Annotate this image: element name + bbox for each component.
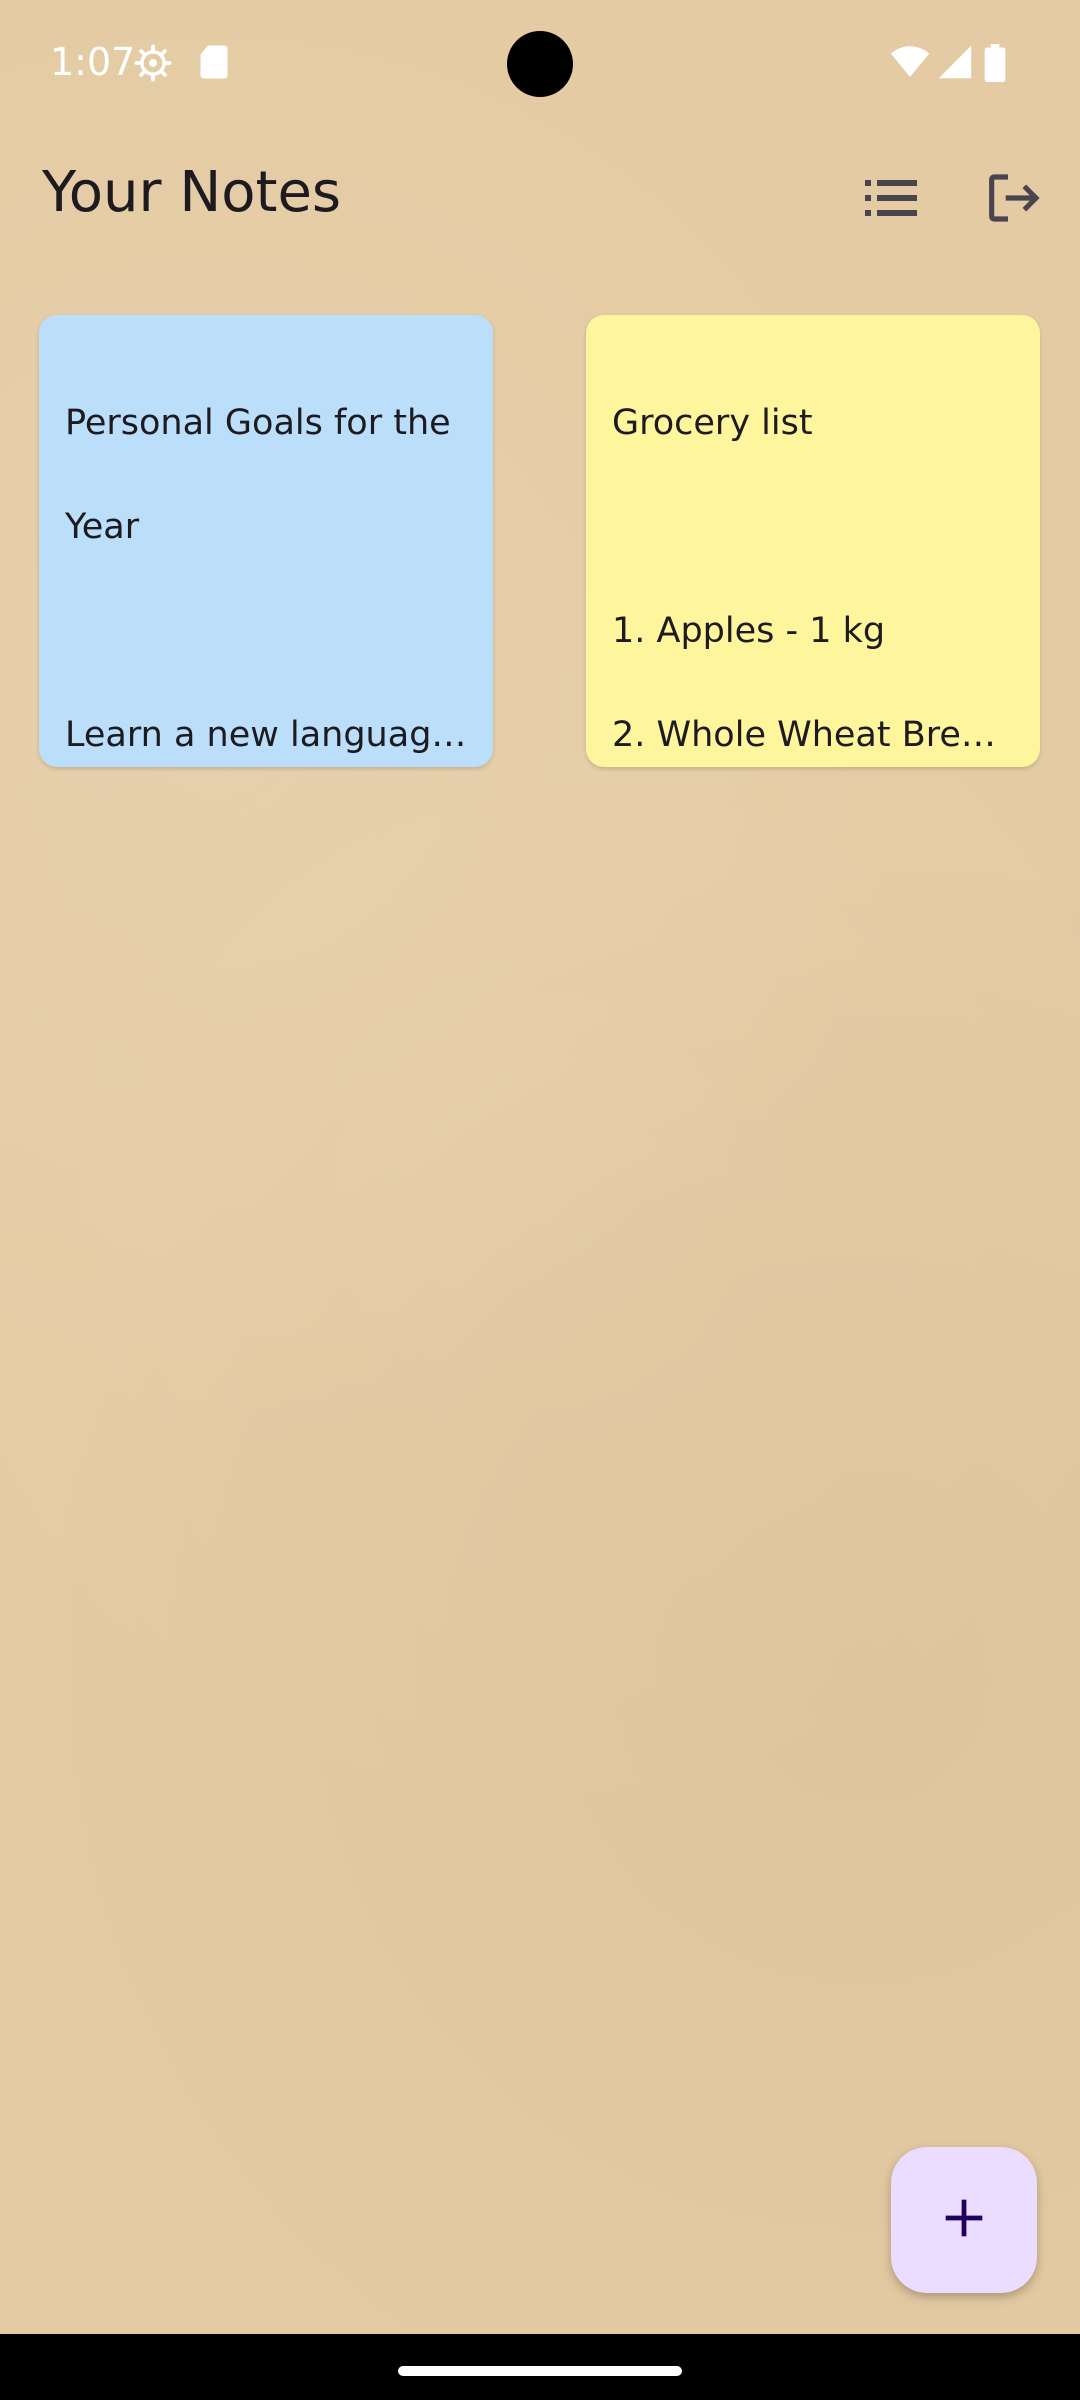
note-body-line: 2. Whole Wheat Bread… bbox=[612, 715, 1014, 755]
camera-cutout bbox=[507, 31, 573, 97]
note-blank-line bbox=[65, 605, 467, 657]
signal-icon bbox=[937, 44, 975, 80]
notes-screen: 1:07 Your Notes Personal Goals for the Y… bbox=[0, 0, 1080, 2400]
add-note-button[interactable] bbox=[891, 2147, 1037, 2293]
list-view-button[interactable] bbox=[856, 165, 926, 235]
settings-gear-icon bbox=[134, 44, 172, 82]
status-bar: 1:07 bbox=[0, 0, 1080, 130]
sd-card-icon bbox=[198, 44, 234, 80]
note-title-line: Grocery list bbox=[612, 403, 813, 443]
home-gesture-handle[interactable] bbox=[398, 2366, 682, 2376]
note-blank-line bbox=[612, 501, 1014, 553]
note-card-personal-goals[interactable]: Personal Goals for the Year Learn a new … bbox=[39, 315, 493, 767]
note-content: Grocery list 1. Apples - 1 kg 2. Whole W… bbox=[612, 345, 1014, 813]
note-body-line: 1. Apples - 1 kg bbox=[612, 611, 886, 651]
note-title-line: Year bbox=[65, 507, 140, 547]
status-time: 1:07 bbox=[50, 40, 136, 84]
list-view-icon bbox=[865, 180, 917, 220]
page-title: Your Notes bbox=[42, 160, 342, 225]
logout-button[interactable] bbox=[980, 165, 1050, 235]
plus-icon bbox=[942, 2196, 986, 2244]
note-card-grocery-list[interactable]: Grocery list 1. Apples - 1 kg 2. Whole W… bbox=[586, 315, 1040, 767]
logout-icon bbox=[987, 172, 1043, 228]
note-title-line: Personal Goals for the bbox=[65, 403, 451, 443]
wifi-icon bbox=[890, 44, 930, 80]
battery-icon bbox=[984, 44, 1008, 82]
note-body-line: Learn a new language… bbox=[65, 715, 467, 755]
note-content: Personal Goals for the Year Learn a new … bbox=[65, 345, 467, 813]
